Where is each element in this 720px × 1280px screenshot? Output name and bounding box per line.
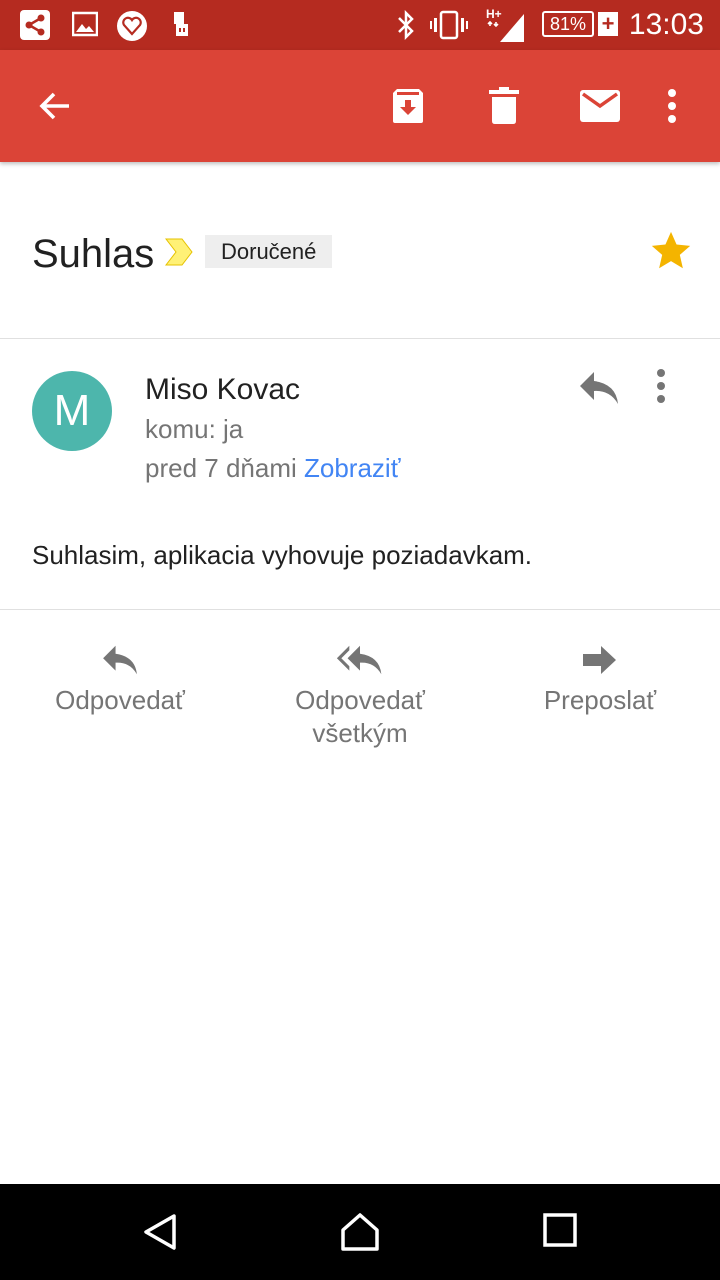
svg-text:H+: H+ (486, 7, 502, 21)
status-bar: H+ 81% + 13:03 (0, 0, 720, 50)
more-options-button[interactable] (644, 78, 700, 134)
mark-unread-button[interactable] (572, 78, 628, 134)
reply-all-label: Odpovedať všetkým (240, 684, 480, 750)
archive-button[interactable] (380, 78, 436, 134)
sender-name: Miso Kovac (145, 373, 301, 406)
nav-home-icon (341, 1213, 379, 1251)
image-icon (71, 10, 99, 43)
reply-all-label-line2: všetkým (312, 718, 408, 748)
more-vert-icon (668, 89, 676, 123)
message-more-icon[interactable] (656, 368, 666, 409)
reply-all-icon (336, 645, 382, 675)
nav-recents-button[interactable] (542, 1212, 582, 1252)
vibrate-icon (430, 10, 468, 45)
subject-header: Suhlas Doručené (0, 162, 720, 338)
forward-action-button[interactable]: Preposlať (480, 640, 720, 717)
charging-icon: + (598, 12, 618, 36)
nav-recents-icon (543, 1213, 577, 1247)
bluetooth-icon (396, 9, 416, 45)
recipient-line: komu: ja (145, 414, 244, 444)
forward-label: Preposlať (543, 685, 657, 715)
nav-back-icon (144, 1214, 176, 1250)
nav-back-button[interactable] (140, 1212, 180, 1252)
message-date: pred 7 dňami (145, 453, 297, 483)
reply-action-button[interactable]: Odpovedať (0, 640, 240, 717)
label-chip-inbox[interactable]: Doručené (205, 235, 333, 268)
star-icon[interactable] (648, 228, 694, 279)
reply-all-action-button[interactable]: Odpovedať všetkým (240, 640, 480, 750)
heart-app-icon (116, 10, 148, 47)
sender-avatar[interactable]: M (32, 371, 112, 451)
clock: 13:03 (628, 8, 704, 41)
usb-icon (172, 10, 190, 43)
delete-button[interactable] (476, 78, 532, 134)
delete-icon (489, 87, 519, 124)
battery-indicator: 81% (542, 11, 594, 37)
share-icon (20, 10, 50, 45)
back-arrow-icon (39, 92, 69, 120)
reply-all-label-line1: Odpovedať (295, 685, 425, 715)
reply-icon[interactable] (578, 370, 620, 411)
forward-icon (583, 646, 616, 674)
reply-icon (103, 645, 137, 675)
back-button[interactable] (27, 78, 83, 134)
nav-home-button[interactable] (340, 1212, 380, 1252)
divider (0, 609, 720, 610)
important-marker-icon[interactable] (164, 237, 194, 272)
navigation-bar (0, 1184, 720, 1280)
signal-icon: H+ (486, 6, 528, 47)
date-line: pred 7 dňami Zobraziť (145, 453, 400, 484)
show-details-link[interactable]: Zobraziť (304, 453, 400, 483)
reply-label: Odpovedať (55, 685, 185, 715)
email-subject: Suhlas (32, 232, 155, 276)
mark-unread-icon (580, 90, 620, 122)
email-body: Suhlasim, aplikacia vyhovuje poziadavkam… (32, 540, 533, 570)
divider (0, 338, 720, 339)
archive-icon (393, 89, 423, 123)
app-bar (0, 50, 720, 162)
